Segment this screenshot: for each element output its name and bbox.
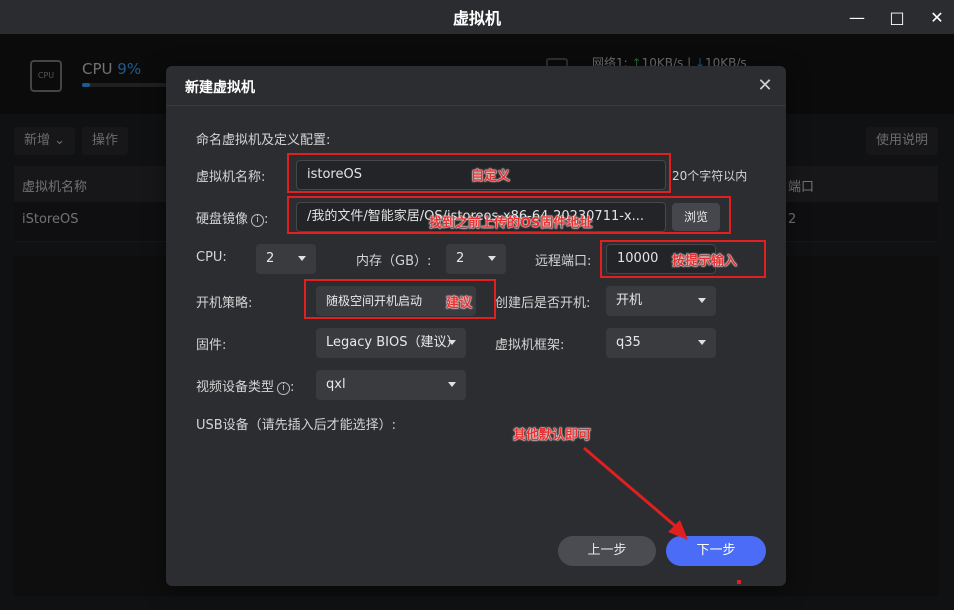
annotation-arrow — [583, 446, 688, 540]
arrow-line — [583, 446, 681, 532]
